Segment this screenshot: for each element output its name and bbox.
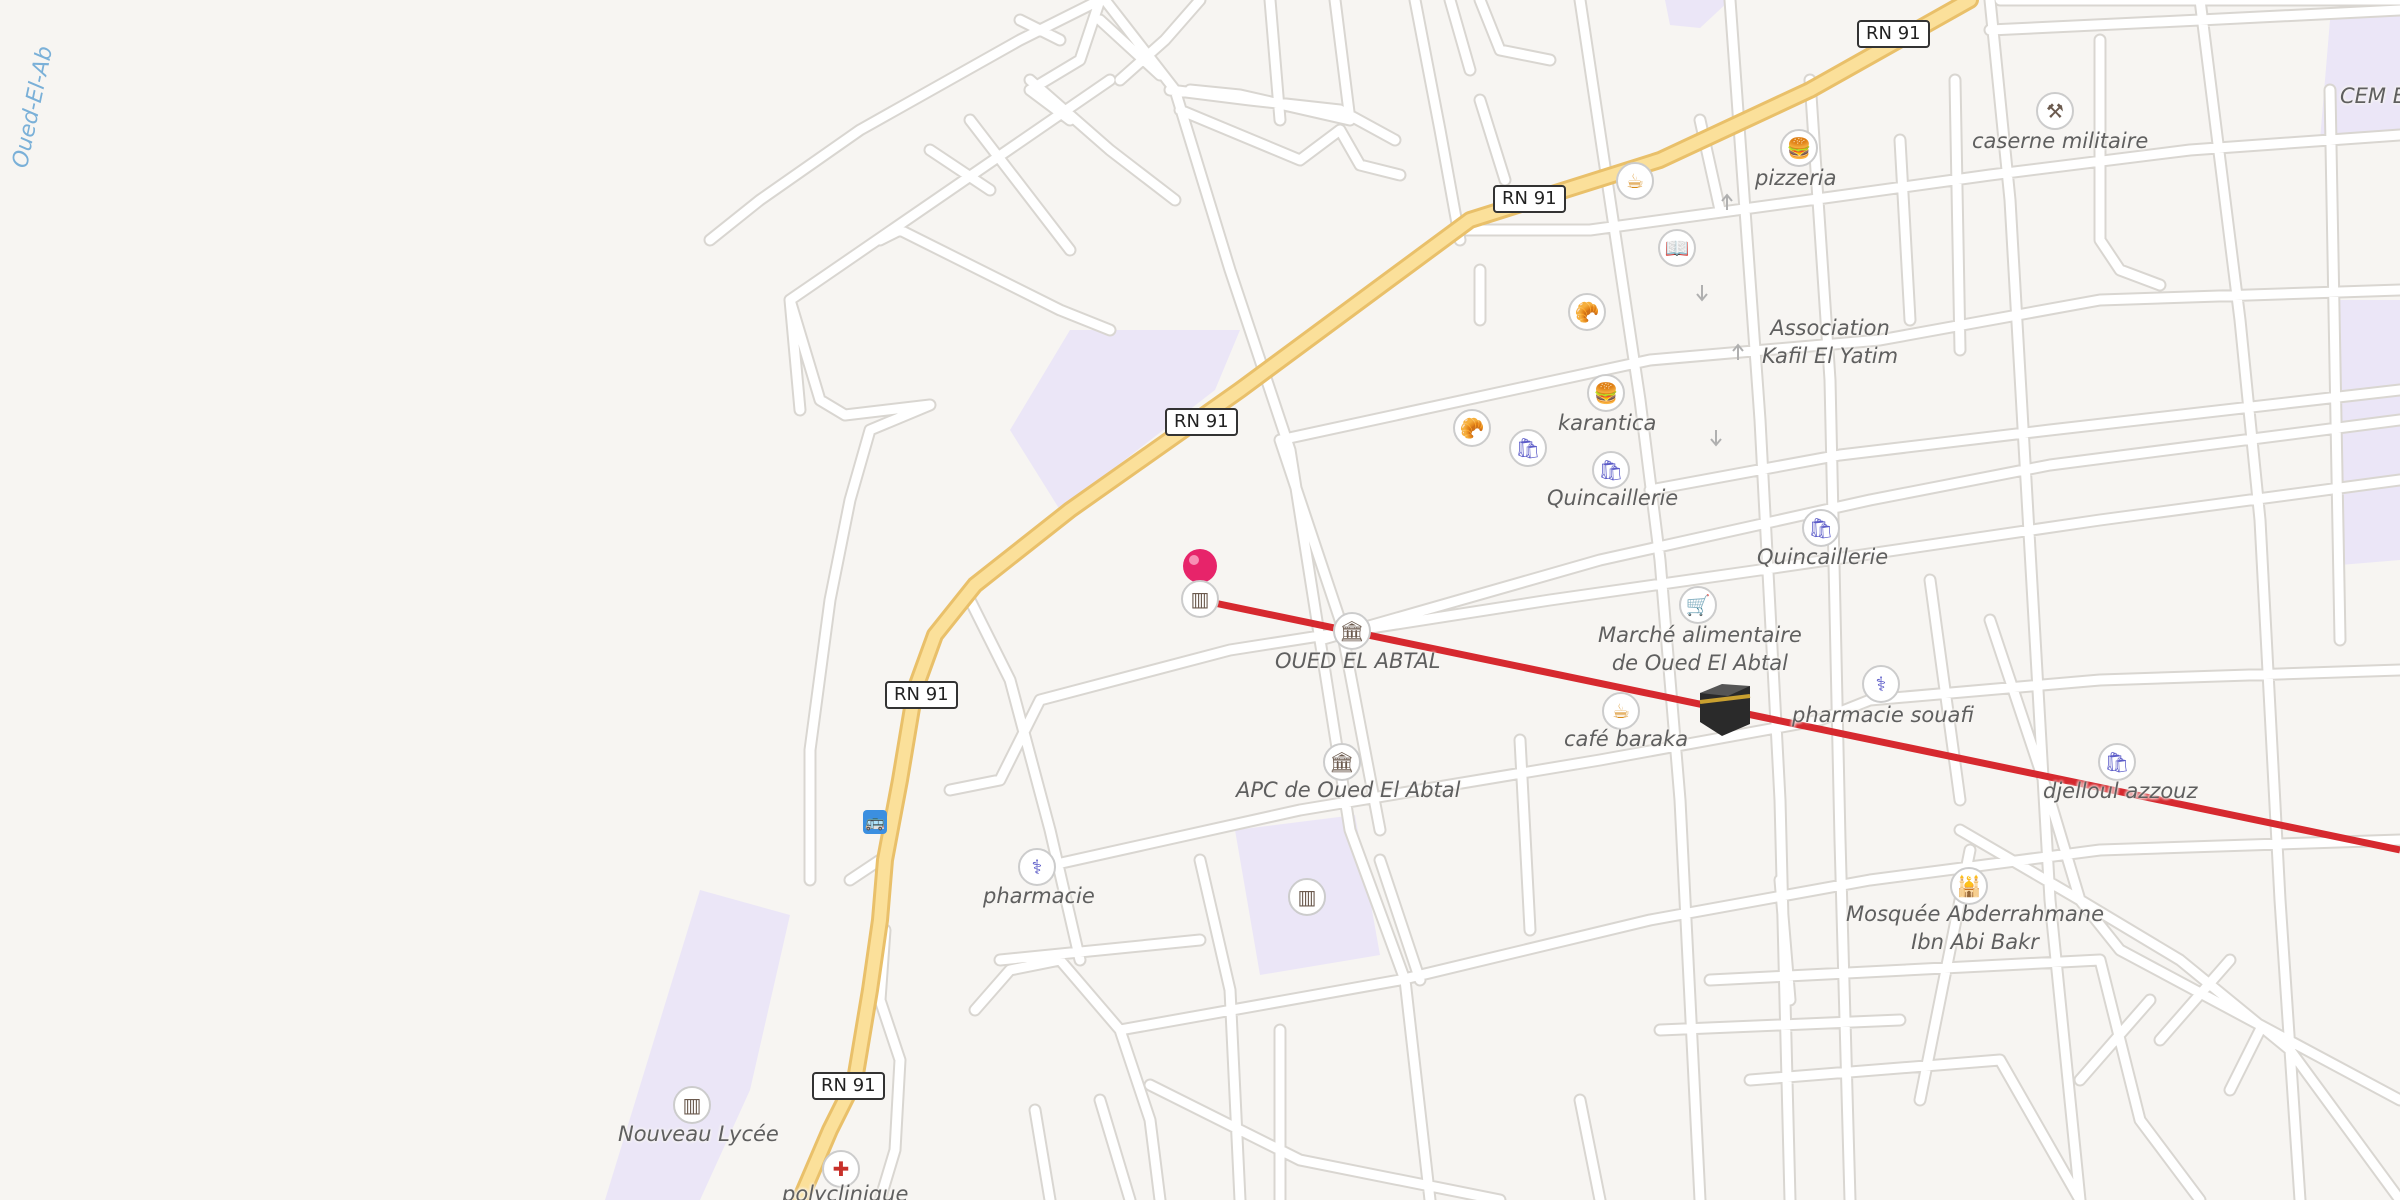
label-association: Association Kafil El Yatim: [1762, 316, 1899, 368]
map-canvas[interactable]: Oued-El-Ab RN 91 RN 91 RN 91 RN 91 RN 91…: [0, 0, 2400, 1200]
road-shield-rn91: RN 91: [1165, 408, 1238, 436]
label-marche-alimentaire: Marché alimentaire de Oued El Abtal: [1598, 623, 1802, 675]
label-cem: CEM E: [2340, 84, 2400, 108]
pharmacy-icon[interactable]: ⚕: [1862, 665, 1900, 703]
bus-stop-icon[interactable]: 🚌: [863, 810, 887, 834]
cart-icon[interactable]: 🛒: [1679, 586, 1717, 624]
pharmacy-icon[interactable]: ⚕: [1018, 848, 1056, 886]
label-quincaillerie: Quincaillerie: [1547, 486, 1679, 510]
label-cafe-baraka: café baraka: [1564, 727, 1689, 751]
label-oued-el-abtal: OUED EL ABTAL: [1275, 649, 1441, 673]
road-shield-rn91: RN 91: [885, 681, 958, 709]
label-pharmacie-souafi: pharmacie souafi: [1792, 703, 1974, 727]
label-quincaillerie: Quincaillerie: [1757, 545, 1889, 569]
book-icon[interactable]: 📖: [1658, 229, 1696, 267]
burger-icon[interactable]: 🍔: [1780, 129, 1818, 167]
school-icon[interactable]: ▥: [1288, 878, 1326, 916]
road-shield-rn91: RN 91: [1857, 20, 1930, 48]
coffee-icon[interactable]: ☕: [1616, 162, 1654, 200]
burger-icon[interactable]: 🍔: [1587, 374, 1625, 412]
label-mosquee: Mosquée Abderrahmane Ibn Abi Bakr: [1846, 902, 2105, 954]
label-djelloul-azzouz: djelloul azzouz: [2043, 779, 2198, 803]
label-apc: APC de Oued El Abtal: [1236, 778, 1461, 802]
road-shield-rn91: RN 91: [1493, 185, 1566, 213]
label-nouveau-lycee: Nouveau Lycée: [618, 1122, 779, 1146]
label-pizzeria: pizzeria: [1755, 166, 1837, 190]
military-icon[interactable]: ⚒: [2036, 92, 2074, 130]
oneway-arrows: [1696, 193, 1744, 447]
townhall-icon[interactable]: 🏛: [1333, 612, 1371, 650]
label-pharmacie: pharmacie: [983, 884, 1095, 908]
basket-icon[interactable]: 🛍: [2098, 743, 2136, 781]
school-icon[interactable]: ▥: [1181, 580, 1219, 618]
road-shield-rn91: RN 91: [812, 1072, 885, 1100]
bakery-icon[interactable]: 🥐: [1568, 293, 1606, 331]
school-icon[interactable]: ▥: [673, 1086, 711, 1124]
label-polyclinique: polyclinique: [782, 1182, 909, 1200]
label-karantica: karantica: [1558, 411, 1657, 435]
label-caserne-militaire: caserne militaire: [1972, 129, 2149, 153]
basket-icon[interactable]: 🛍: [1509, 429, 1547, 467]
bakery-icon[interactable]: 🥐: [1453, 409, 1491, 447]
basket-icon[interactable]: 🛍: [1802, 509, 1840, 547]
